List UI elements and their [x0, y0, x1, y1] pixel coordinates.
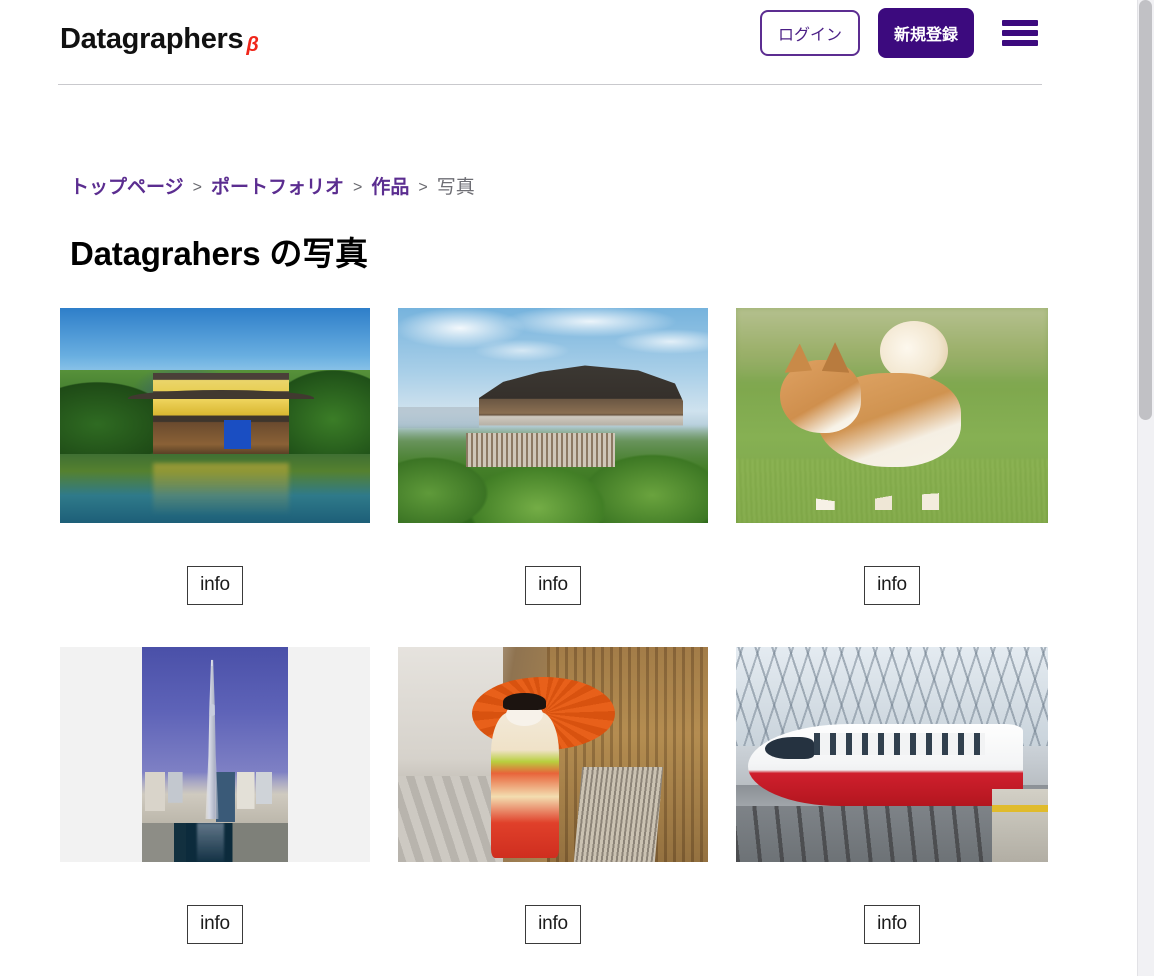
- hamburger-bar-1: [1002, 20, 1038, 26]
- info-button[interactable]: info: [187, 904, 243, 944]
- page-content: Datagraphers β ログイン 新規登録 トップページ > ポートフォリオ…: [0, 0, 1100, 976]
- info-button[interactable]: info: [525, 565, 581, 605]
- photo-card: info: [398, 308, 708, 647]
- breadcrumb-item-works[interactable]: 作品: [371, 178, 409, 197]
- photo-thumbnail-tokyo-skytree[interactable]: [60, 647, 370, 862]
- info-row: info: [736, 862, 1048, 976]
- info-row: info: [736, 523, 1048, 647]
- photo-thumbnail-maiko[interactable]: [398, 647, 708, 862]
- hamburger-bar-2: [1002, 30, 1038, 36]
- site-logo[interactable]: Datagraphers β: [60, 22, 259, 56]
- hamburger-bar-3: [1002, 40, 1038, 46]
- breadcrumb-separator: >: [418, 178, 428, 196]
- photo-image: [142, 647, 288, 862]
- photo-card: info: [60, 308, 370, 647]
- breadcrumb-separator: >: [352, 178, 363, 196]
- beta-badge: β: [246, 33, 259, 56]
- photo-card: info: [736, 308, 1048, 647]
- photo-image: [398, 308, 708, 523]
- info-row: info: [398, 523, 708, 647]
- breadcrumb-separator: >: [192, 178, 202, 196]
- photo-gallery: info info info info info info: [0, 275, 1100, 976]
- info-row: info: [60, 523, 370, 647]
- breadcrumb: トップページ > ポートフォリオ > 作品 > 写真: [0, 78, 1100, 197]
- page-title: Datagrahers の写真: [70, 235, 368, 272]
- breadcrumb-item-top[interactable]: トップページ: [70, 178, 184, 197]
- photo-image: [736, 647, 1048, 862]
- info-button[interactable]: info: [525, 904, 581, 944]
- scrollbar-thumb[interactable]: [1139, 0, 1152, 420]
- info-row: info: [398, 862, 708, 976]
- header-divider: [58, 84, 1042, 85]
- info-button[interactable]: info: [864, 904, 920, 944]
- site-header: Datagraphers β ログイン 新規登録: [0, 0, 1100, 78]
- photo-card: info: [736, 647, 1048, 976]
- photo-image: [398, 647, 708, 862]
- photo-image: [736, 308, 1048, 523]
- photo-thumbnail-shinkansen[interactable]: [736, 647, 1048, 862]
- hamburger-menu-icon[interactable]: [1002, 20, 1038, 46]
- info-button[interactable]: info: [187, 565, 243, 605]
- breadcrumb-item-portfolio[interactable]: ポートフォリオ: [211, 178, 344, 197]
- vertical-scrollbar[interactable]: [1137, 0, 1154, 976]
- browser-viewport: Datagraphers β ログイン 新規登録 トップページ > ポートフォリオ…: [0, 0, 1154, 976]
- photo-image: [60, 308, 370, 523]
- login-button[interactable]: ログイン: [759, 10, 860, 56]
- photo-card: info: [60, 647, 370, 976]
- breadcrumb-item-photos-current: 写真: [436, 177, 475, 198]
- photo-thumbnail-shibainu[interactable]: [736, 308, 1048, 523]
- photo-thumbnail-kiyomizudera[interactable]: [398, 308, 708, 523]
- brand-name: Datagraphers: [60, 22, 244, 55]
- header-actions: ログイン 新規登録: [759, 8, 1038, 58]
- info-button[interactable]: info: [864, 565, 920, 605]
- photo-thumbnail-kinkakuji[interactable]: [60, 308, 370, 523]
- photo-card: info: [398, 647, 708, 976]
- register-button[interactable]: 新規登録: [877, 8, 974, 58]
- info-row: info: [60, 862, 370, 976]
